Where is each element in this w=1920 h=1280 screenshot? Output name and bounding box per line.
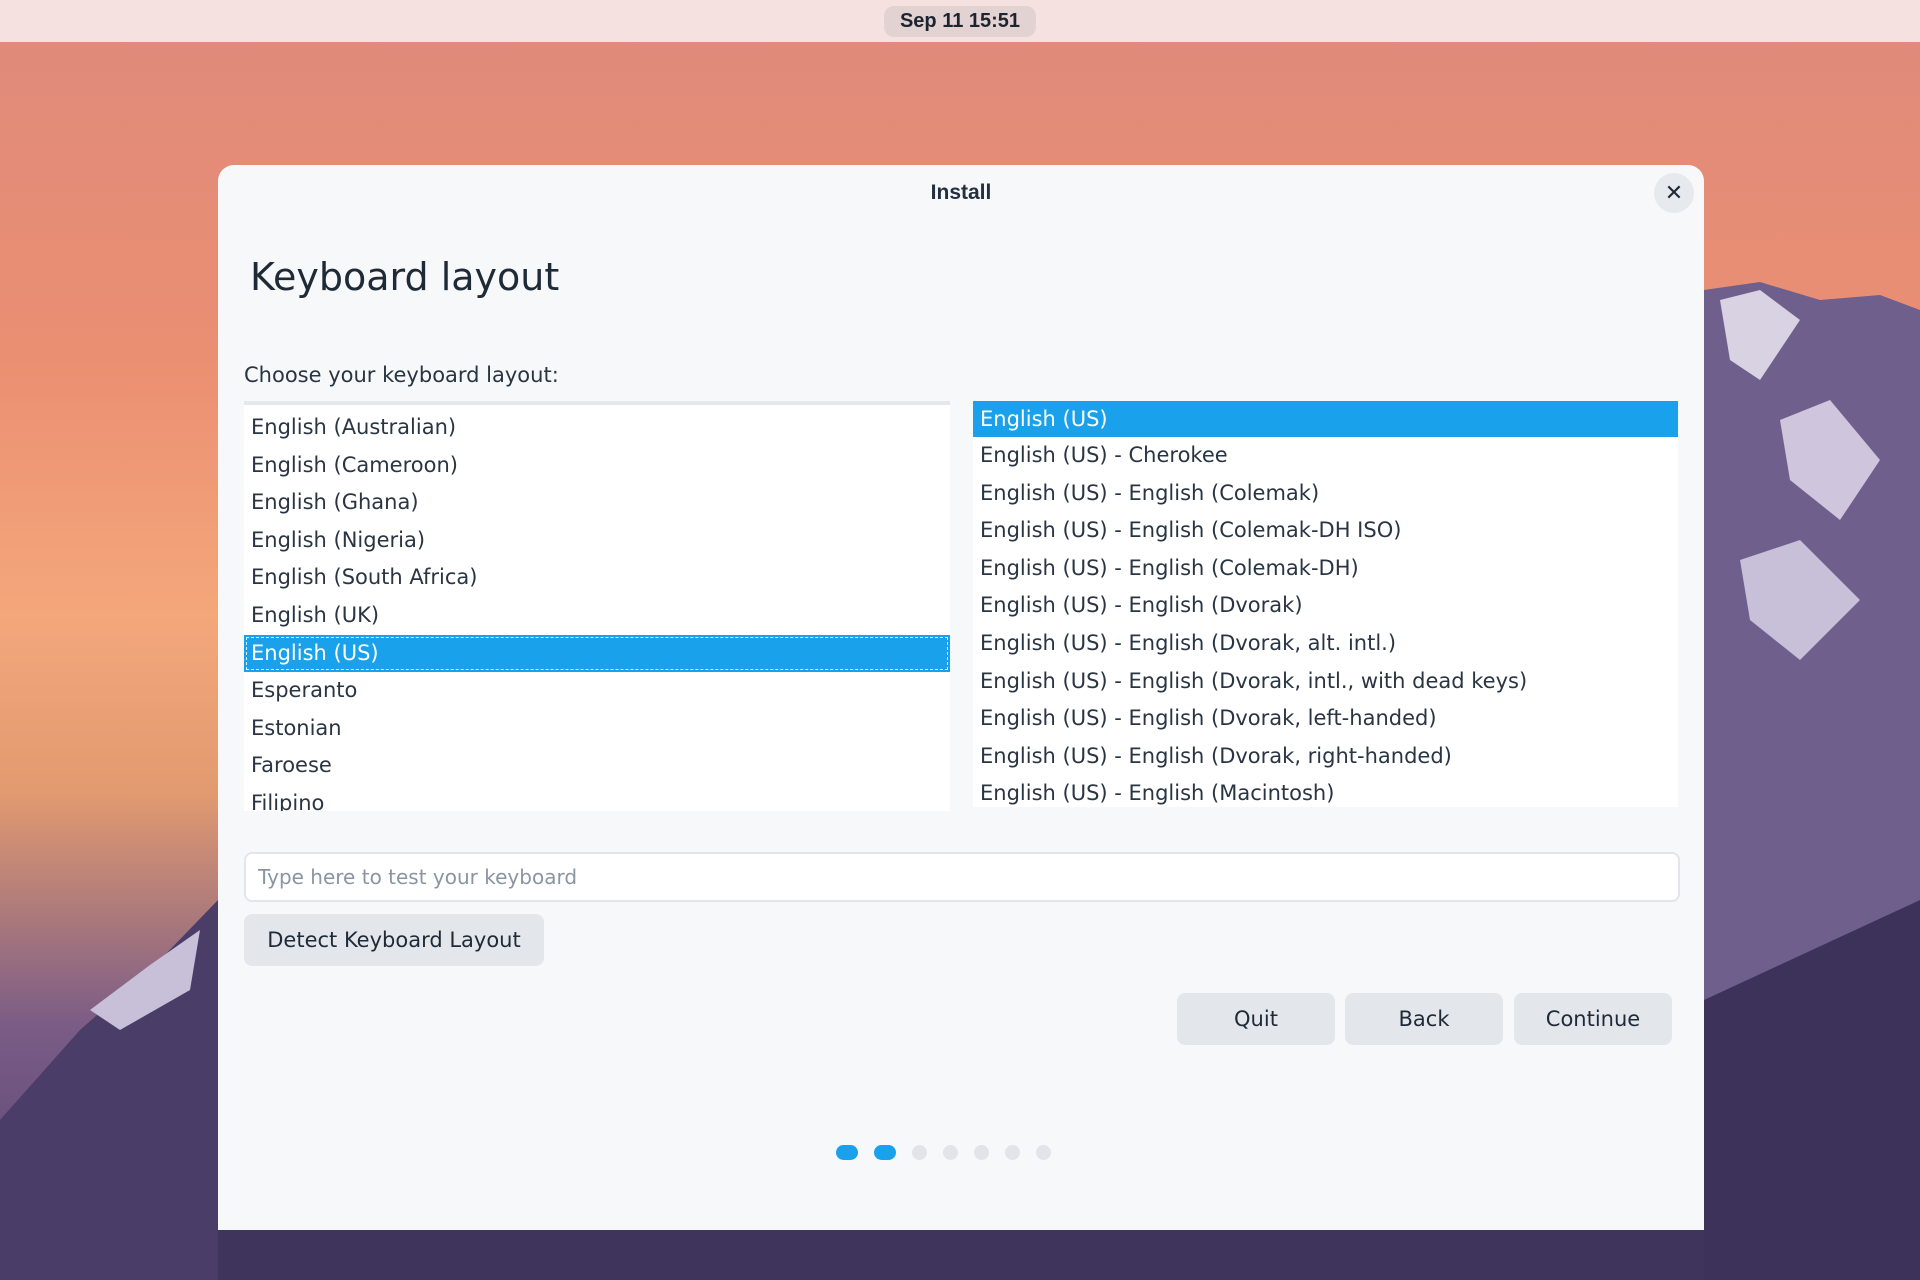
layout-list-item[interactable]: Faroese (244, 747, 950, 785)
layout-prompt: Choose your keyboard layout: (244, 363, 559, 387)
progress-dot (874, 1145, 896, 1160)
layout-list-item[interactable]: English (Ghana) (244, 484, 950, 522)
layout-list[interactable]: English (Australian) English (Cameroon) En… (244, 401, 950, 811)
variant-list-item[interactable]: English (US) - English (Dvorak, intl., w… (973, 663, 1678, 701)
close-icon: ✕ (1664, 180, 1684, 206)
close-button[interactable]: ✕ (1654, 173, 1694, 213)
layout-list-item[interactable]: Estonian (244, 710, 950, 748)
variant-list-item[interactable]: English (US) - English (Colemak-DH ISO) (973, 512, 1678, 550)
variant-list-item[interactable]: English (US) - English (Dvorak, right-ha… (973, 738, 1678, 776)
layout-list-item[interactable]: Esperanto (244, 672, 950, 710)
continue-button[interactable]: Continue (1514, 993, 1672, 1045)
progress-dot (974, 1145, 989, 1160)
top-bar: Sep 11 15:51 (0, 0, 1920, 42)
variant-list-item[interactable]: English (US) - English (Dvorak, left-han… (973, 700, 1678, 738)
variant-list-item[interactable]: English (US) - English (Dvorak) (973, 587, 1678, 625)
progress-dot (836, 1145, 858, 1160)
layout-list-item[interactable]: English (Cameroon) (244, 447, 950, 485)
variant-list[interactable]: English (US) English (US) - Cherokee Engli… (973, 401, 1678, 807)
progress-dot (1036, 1145, 1051, 1160)
layout-list-item[interactable]: English (Australian) (244, 409, 950, 447)
progress-dot (943, 1145, 958, 1160)
layout-list-item[interactable]: English (US) (244, 634, 950, 673)
layout-list-item[interactable]: English (UK) (244, 597, 950, 635)
dialog-title: Install (930, 181, 992, 204)
variant-list-item[interactable]: English (US) - Cherokee (973, 437, 1678, 475)
variant-list-item[interactable]: English (US) - English (Colemak-DH) (973, 550, 1678, 588)
install-dialog: Install ✕ Keyboard layout Choose your ke… (218, 165, 1704, 1230)
layout-list-item[interactable]: English (South Africa) (244, 559, 950, 597)
detect-keyboard-layout-button[interactable]: Detect Keyboard Layout (244, 914, 544, 966)
variant-list-item[interactable]: English (US) (973, 401, 1678, 437)
layout-list-item[interactable]: English (Nigeria) (244, 522, 950, 560)
progress-indicator (836, 1145, 1051, 1160)
variant-list-item[interactable]: English (US) - English (Macintosh) (973, 775, 1678, 807)
back-button[interactable]: Back (1345, 993, 1503, 1045)
keyboard-test-input[interactable] (244, 852, 1680, 902)
variant-list-item[interactable]: English (US) - English (Colemak) (973, 475, 1678, 513)
layout-list-item[interactable]: Filipino (244, 785, 950, 811)
quit-button[interactable]: Quit (1177, 993, 1335, 1045)
progress-dot (1005, 1145, 1020, 1160)
progress-dot (912, 1145, 927, 1160)
variant-list-item[interactable]: English (US) - English (Dvorak, alt. int… (973, 625, 1678, 663)
clock[interactable]: Sep 11 15:51 (883, 5, 1037, 37)
page-title: Keyboard layout (250, 255, 560, 299)
